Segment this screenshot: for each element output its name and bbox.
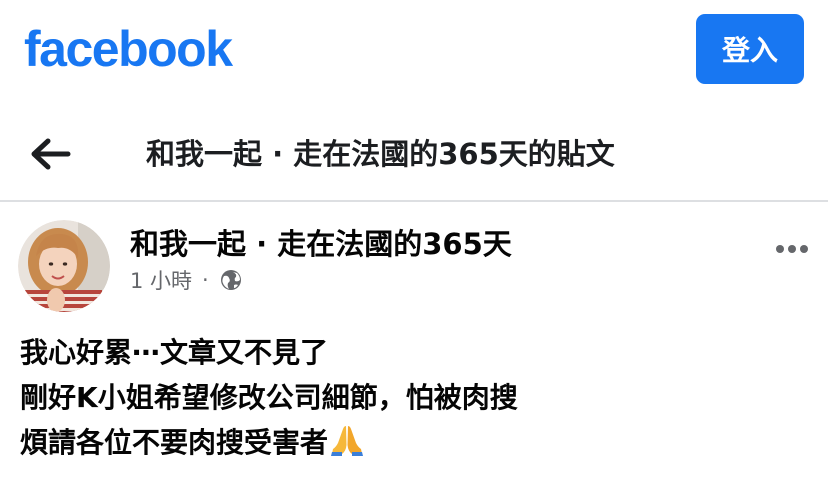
post-author-name[interactable]: 和我一起 · 走在法國的365天 [130,222,512,266]
avatar[interactable] [18,220,110,312]
header-divider [0,200,828,202]
meta-separator: · [202,268,209,292]
login-button[interactable]: 登入 [696,14,804,84]
folded-hands-emoji [331,426,364,456]
post-line: 我心好累⋯文章又不見了 [20,336,329,369]
post-header: 和我一起 · 走在法國的365天 1 小時 · [0,212,828,312]
back-arrow-icon[interactable] [28,134,72,174]
post-line: 煩請各位不要肉搜受害者 [20,426,329,459]
post-timestamp[interactable]: 1 小時 [130,265,192,295]
page-title: 和我一起 · 走在法國的365天的貼文 [146,137,615,171]
avatar-image [18,220,110,312]
top-bar: facebook 登入 [0,0,828,100]
facebook-logo[interactable]: facebook [24,14,233,84]
post-line: 剛好K小姐希望修改公司細節，怕被肉搜 [20,381,518,414]
post-text: 我心好累⋯文章又不見了 剛好K小姐希望修改公司細節，怕被肉搜 煩請各位不要肉搜受… [20,330,810,465]
page-nav-bar: 和我一起 · 走在法國的365天的貼文 [0,118,828,190]
post-line-with-emoji: 煩請各位不要肉搜受害者 [20,420,810,465]
post-meta: 1 小時 · [130,264,243,296]
globe-icon [220,270,241,290]
more-options-icon[interactable] [772,234,812,264]
